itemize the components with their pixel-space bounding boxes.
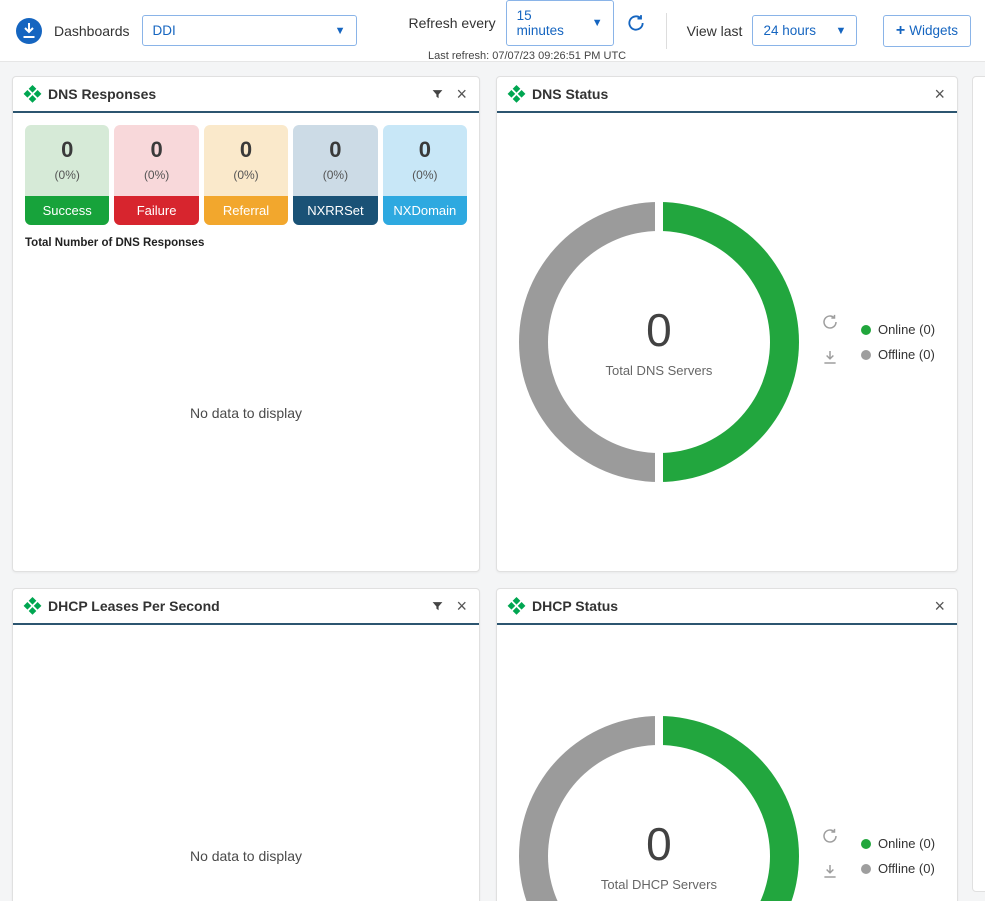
widget-grid: DNS Responses × 0 (0%) Success 0 (0%) Fa… [0,62,985,901]
online-dot [861,325,871,335]
refresh-now-icon[interactable] [626,13,646,33]
offline-dot [861,864,871,874]
close-icon[interactable]: × [934,85,945,103]
refresh-interval-select[interactable]: 15 minutes ▼ [506,0,614,46]
widget-header: DNS Responses × [13,77,479,113]
tile-percent: (0%) [383,168,467,182]
filter-icon[interactable] [431,600,444,613]
dhcp-status-donut-chart: 0 Total DHCP Servers [519,716,799,901]
view-last-value: 24 hours [763,23,816,38]
tile-label: Success [25,196,109,225]
widget-title: DHCP Leases Per Second [48,598,423,614]
donut-tools [821,313,839,371]
legend-item-offline: Offline (0) [861,347,935,362]
cropped-widget-edge [972,76,985,892]
dashboards-download-icon[interactable] [14,16,44,46]
tile-failure: 0 (0%) Failure [114,125,198,225]
chevron-down-icon: ▼ [836,25,847,37]
tiles-caption: Total Number of DNS Responses [13,231,479,255]
dashboard-select[interactable]: DDI ▼ [142,15,357,46]
download-widget-icon[interactable] [821,862,839,885]
view-last-label: View last [687,23,743,39]
widget-header: DHCP Leases Per Second × [13,589,479,625]
legend-item-online: Online (0) [861,836,935,851]
tile-percent: (0%) [293,168,377,182]
download-widget-icon[interactable] [821,348,839,371]
donut-center-value: 0 [646,821,672,867]
tile-value: 0 [114,137,198,163]
dns-response-tiles: 0 (0%) Success 0 (0%) Failure 0 (0%) Ref… [13,113,479,231]
widget-title: DNS Responses [48,86,423,102]
tile-nxdomain: 0 (0%) NXDomain [383,125,467,225]
dhcp-status-body: 0 Total DHCP Servers [497,625,957,901]
tile-nxrrset: 0 (0%) NXRRSet [293,125,377,225]
legend-item-offline: Offline (0) [861,861,935,876]
chevron-down-icon: ▼ [592,17,603,29]
last-refresh-text: Last refresh: 07/07/23 09:26:51 PM UTC [428,50,626,62]
top-bar: Dashboards DDI ▼ Refresh every 15 minute… [0,0,985,62]
dashboards-label: Dashboards [54,23,130,39]
tile-success: 0 (0%) Success [25,125,109,225]
dns-status-donut-chart: 0 Total DNS Servers [519,202,799,482]
tile-label: NXRRSet [293,196,377,225]
online-dot [861,839,871,849]
widget-header: DNS Status × [497,77,957,113]
close-icon[interactable]: × [456,597,467,615]
add-widgets-label: Widgets [909,23,958,38]
filter-icon[interactable] [431,88,444,101]
widget-dns-status: DNS Status × 0 Total DNS Servers [496,76,958,572]
close-icon[interactable]: × [456,85,467,103]
refresh-widget-icon[interactable] [821,313,839,336]
refresh-every-label: Refresh every [409,15,496,31]
widget-header: DHCP Status × [497,589,957,625]
tile-value: 0 [383,137,467,163]
donut-legend: Online (0) Offline (0) [861,322,935,362]
widget-diamond-icon [507,84,526,103]
header-divider [666,13,667,49]
offline-dot [861,350,871,360]
widget-dhcp-status: DHCP Status × 0 Total DHCP Servers [496,588,958,901]
chevron-down-icon: ▼ [335,25,346,37]
tile-percent: (0%) [114,168,198,182]
refresh-interval-value: 15 minutes [517,8,582,38]
tile-value: 0 [204,137,288,163]
legend-label: Online (0) [878,322,935,337]
legend-label: Online (0) [878,836,935,851]
no-data-text: No data to display [13,255,479,571]
refresh-group: Refresh every 15 minutes ▼ Last refresh:… [409,0,646,62]
legend-label: Offline (0) [878,347,935,362]
tile-value: 0 [293,137,377,163]
tile-label: Failure [114,196,198,225]
donut-center-value: 0 [646,307,672,353]
plus-icon: + [896,23,905,39]
dns-status-body: 0 Total DNS Servers [497,113,957,571]
widget-dns-responses: DNS Responses × 0 (0%) Success 0 (0%) Fa… [12,76,480,572]
widget-diamond-icon [23,84,42,103]
donut-center-label: Total DHCP Servers [601,877,717,892]
no-data-text: No data to display [13,625,479,901]
widget-diamond-icon [507,596,526,615]
tile-label: Referral [204,196,288,225]
tile-label: NXDomain [383,196,467,225]
legend-item-online: Online (0) [861,322,935,337]
close-icon[interactable]: × [934,597,945,615]
tile-referral: 0 (0%) Referral [204,125,288,225]
donut-legend: Online (0) Offline (0) [861,836,935,876]
legend-label: Offline (0) [878,861,935,876]
widget-title: DNS Status [532,86,926,102]
tile-percent: (0%) [204,168,288,182]
refresh-widget-icon[interactable] [821,827,839,850]
add-widgets-button[interactable]: + Widgets [883,15,971,47]
widget-diamond-icon [23,596,42,615]
view-last-select[interactable]: 24 hours ▼ [752,15,857,46]
widget-dhcp-leases: DHCP Leases Per Second × No data to disp… [12,588,480,901]
donut-center-label: Total DNS Servers [605,363,712,378]
dashboard-select-value: DDI [153,23,176,38]
tile-value: 0 [25,137,109,163]
widget-title: DHCP Status [532,598,926,614]
donut-tools [821,827,839,885]
tile-percent: (0%) [25,168,109,182]
